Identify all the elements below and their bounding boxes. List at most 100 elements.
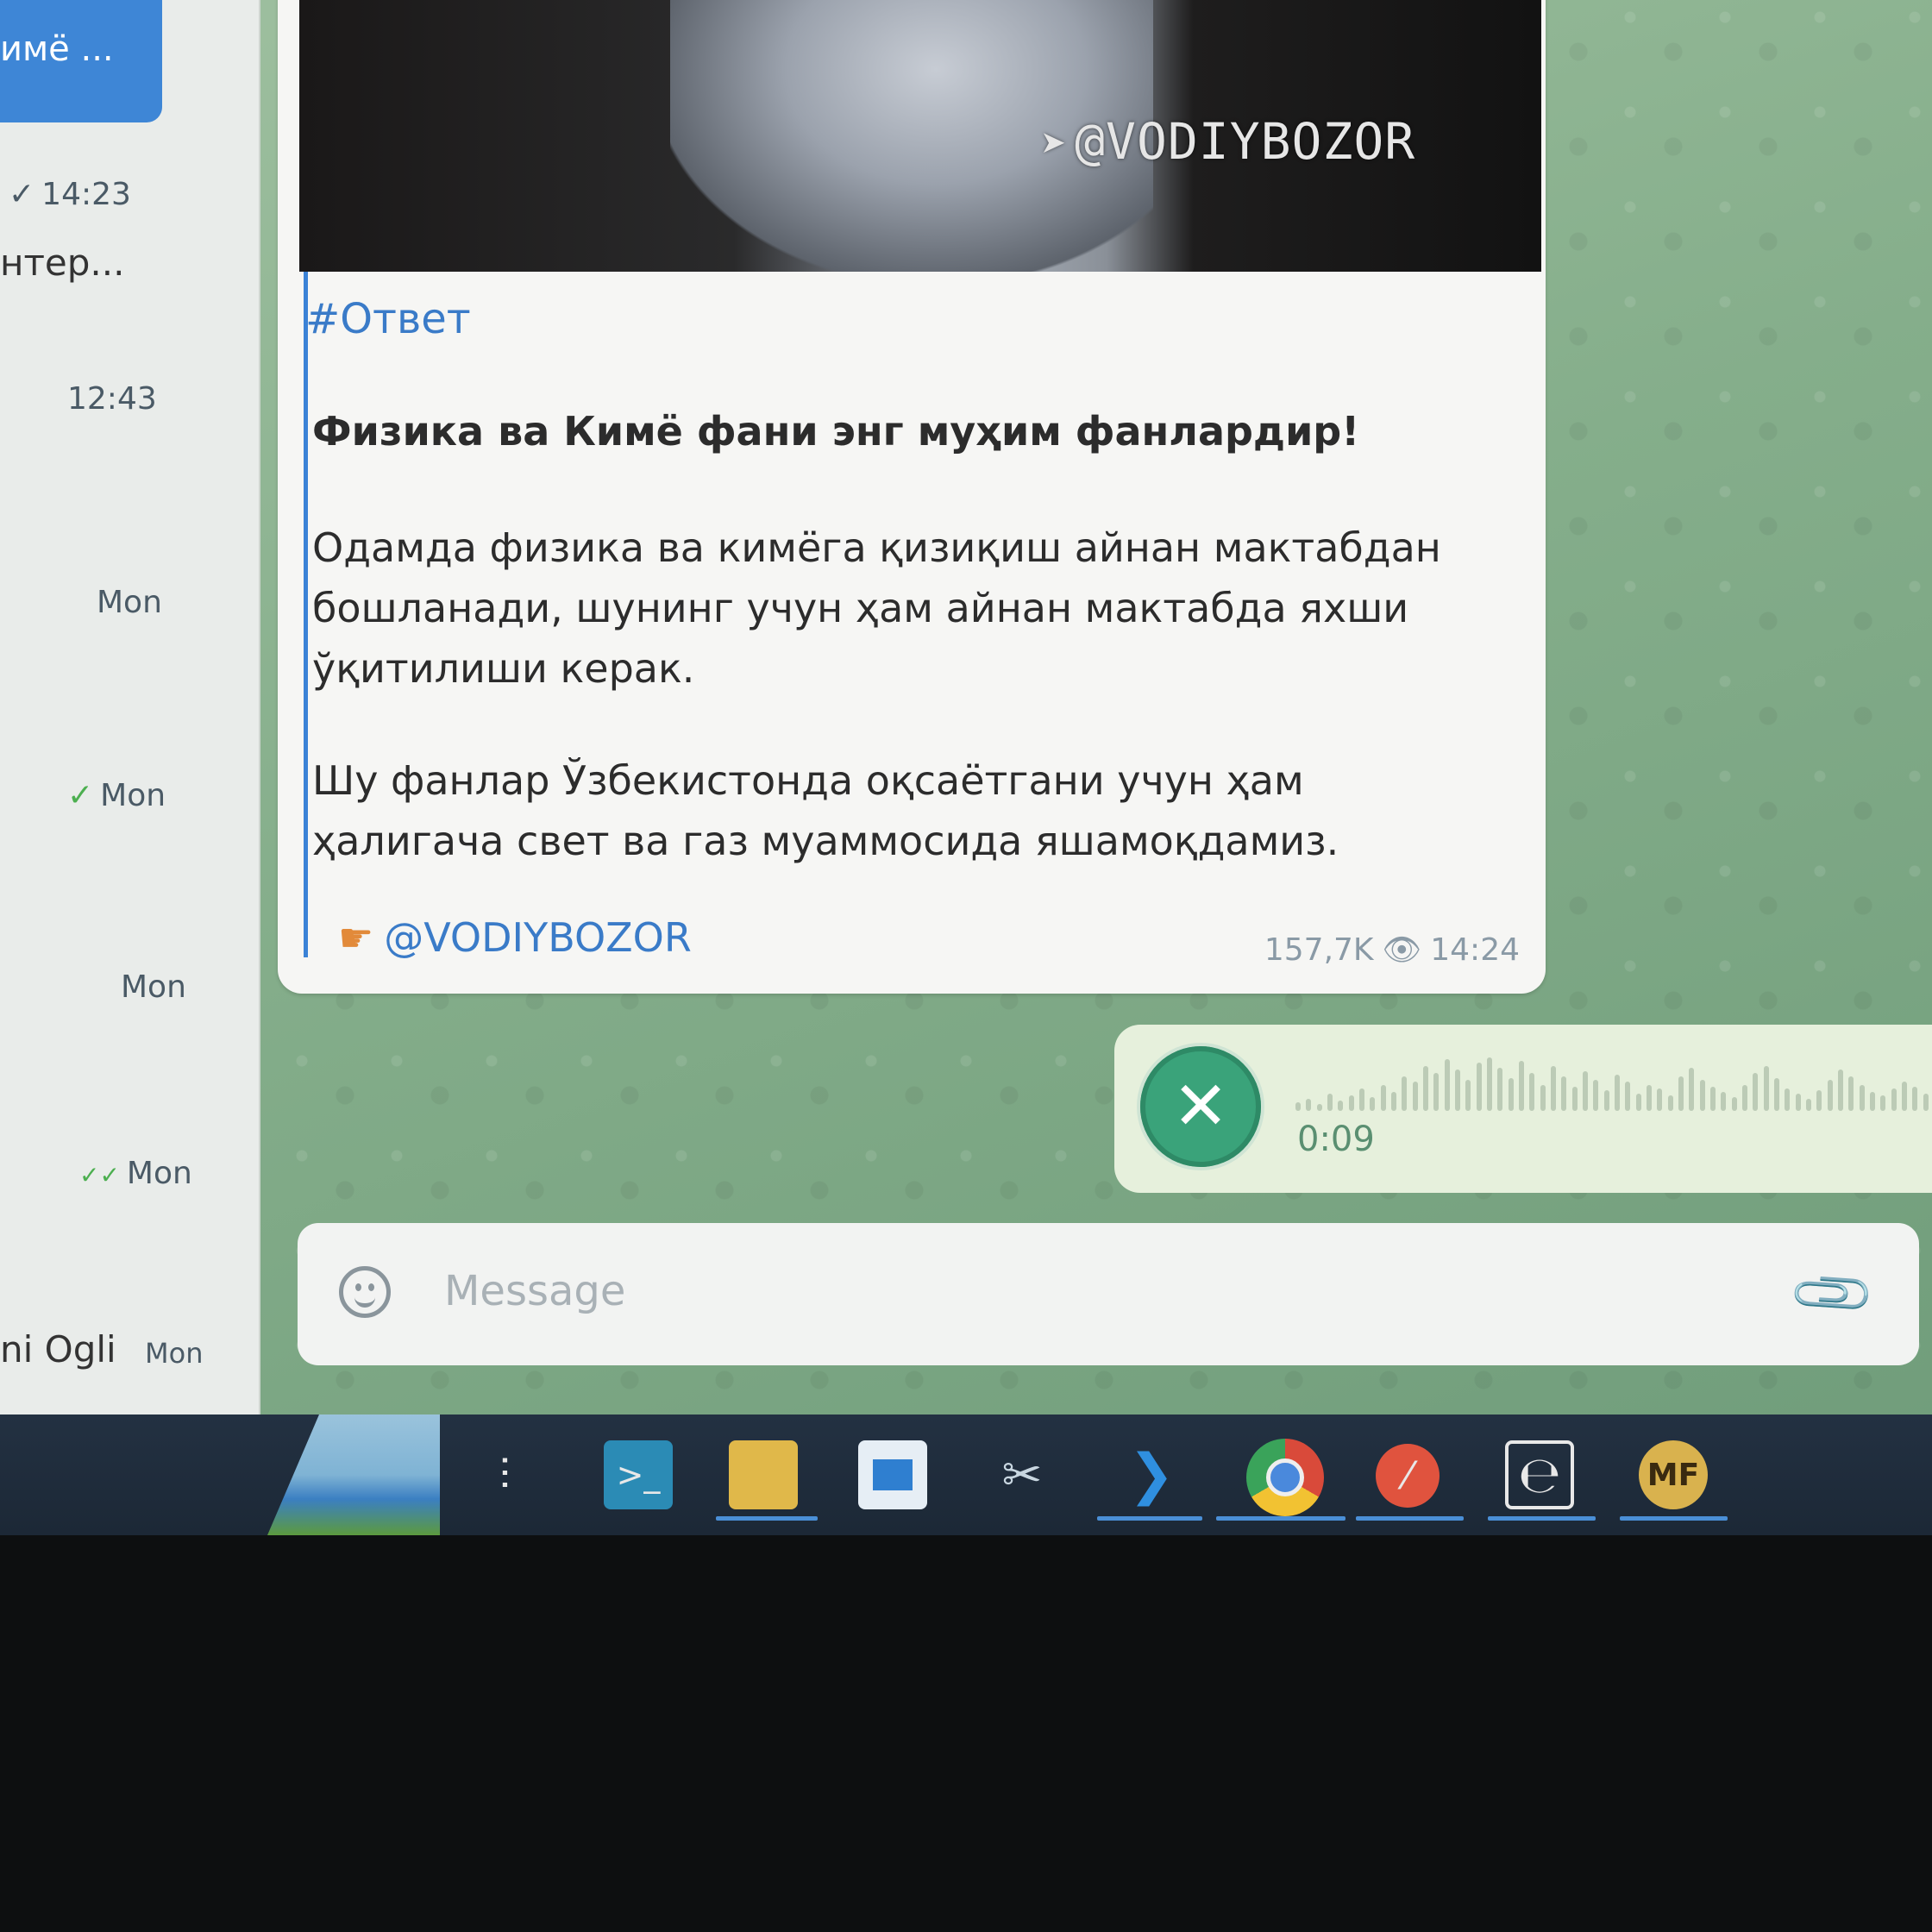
waveform-bar — [1848, 1076, 1854, 1111]
waveform-bar — [1753, 1073, 1759, 1111]
chat-item-time: Mon — [145, 1337, 204, 1370]
active-indicator — [716, 1516, 818, 1521]
waveform-bar — [1774, 1078, 1779, 1111]
waveform-bar — [1487, 1057, 1492, 1111]
wallpaper-thumbnail — [267, 1414, 440, 1535]
paint-icon[interactable]: ✂ — [988, 1440, 1057, 1509]
view-count: 157,7K — [1264, 932, 1374, 968]
chat-item-time: Mon — [121, 969, 186, 1005]
waveform-bar — [1870, 1092, 1875, 1111]
waveform-bar — [1923, 1094, 1929, 1111]
emoji-icon[interactable] — [339, 1266, 391, 1318]
chat-snippet[interactable]: ni Ogli — [0, 1328, 116, 1371]
post-headline: Физика ва Кимё фани энг муҳим фанлардир! — [312, 408, 1360, 455]
mf-app-icon[interactable]: MF — [1639, 1440, 1708, 1509]
waveform-bar — [1455, 1070, 1460, 1111]
screen: имё ... ✓ 14:23 нтер... 12:43 Mon ✓ Mon Mo… — [0, 0, 1932, 1535]
waveform-bar — [1731, 1097, 1737, 1111]
waveform-bar — [1859, 1085, 1865, 1111]
chat-item-time: ✓ Mon — [67, 778, 166, 813]
waveform-bar — [1667, 1095, 1673, 1111]
waveform-bar — [1497, 1068, 1503, 1111]
waveform-bar — [1912, 1087, 1918, 1111]
waveform-bar — [1465, 1080, 1471, 1111]
waveform-bar — [1359, 1088, 1364, 1111]
cancel-upload-button[interactable]: ✕ — [1140, 1046, 1261, 1167]
paperclip-icon[interactable]: 📎 — [1785, 1247, 1880, 1342]
chrome-icon[interactable] — [1246, 1439, 1324, 1516]
waveform-bar — [1508, 1078, 1514, 1111]
active-indicator — [1216, 1516, 1346, 1521]
file-explorer-icon[interactable] — [729, 1440, 798, 1509]
waveform-bar — [1902, 1082, 1907, 1111]
chat-snippet: имё ... — [0, 29, 114, 69]
voice-waveform[interactable] — [1295, 1051, 1932, 1111]
terminal-icon[interactable]: >_ — [604, 1440, 673, 1509]
post-paragraph: Одамда физика ва кимёга қизиқиш айнан ма… — [312, 524, 1441, 692]
waveform-bar — [1348, 1095, 1354, 1111]
voice-duration: 0:09 — [1297, 1120, 1375, 1159]
red-app-icon[interactable]: ⁄ — [1376, 1444, 1440, 1508]
waveform-bar — [1785, 1088, 1791, 1111]
post-time: 14:24 — [1430, 932, 1520, 968]
post-paragraph: Шу фанлар Ўзбекистонда оқсаётгани учун ҳ… — [312, 757, 1339, 864]
waveform-bar — [1295, 1102, 1301, 1111]
waveform-bar — [1827, 1080, 1833, 1111]
waveform-bar — [1316, 1104, 1322, 1111]
waveform-bar — [1721, 1092, 1727, 1111]
waveform-bar — [1710, 1087, 1716, 1111]
waveform-bar — [1615, 1075, 1620, 1111]
chat-snippet[interactable]: нтер... — [0, 242, 124, 284]
waveform-bar — [1412, 1082, 1418, 1111]
taskbar: ⫶ >_ ✂ ❯ ⁄ ℮ MF — [0, 1414, 1932, 1535]
waveform-bar — [1444, 1059, 1450, 1111]
message-composer: 📎 — [298, 1223, 1919, 1365]
waveform-bar — [1402, 1076, 1408, 1111]
waveform-bar — [1476, 1063, 1482, 1111]
waveform-bar — [1370, 1097, 1376, 1111]
waveform-bar — [1327, 1094, 1333, 1111]
waveform-bar — [1593, 1080, 1599, 1111]
waveform-bar — [1816, 1090, 1822, 1111]
waveform-bar — [1561, 1076, 1567, 1111]
waveform-bar — [1338, 1101, 1344, 1111]
post-meta: 157,7K 👁 14:24 — [1264, 932, 1520, 968]
waveform-bar — [1529, 1073, 1535, 1111]
store-icon[interactable] — [858, 1440, 927, 1509]
waveform-bar — [1742, 1085, 1747, 1111]
waveform-bar — [1699, 1080, 1705, 1111]
active-indicator — [1356, 1516, 1464, 1521]
chat-item-time: 12:43 — [67, 381, 157, 417]
task-view-icon[interactable]: ⫶ — [470, 1440, 539, 1509]
waveform-bar — [1806, 1099, 1811, 1111]
ce-app-icon[interactable]: ℮ — [1505, 1440, 1574, 1509]
hashtag-link[interactable]: #Ответ — [305, 289, 471, 349]
chat-item-time: ✓✓ Mon — [79, 1156, 192, 1191]
telegram-icon: ➤ — [1041, 119, 1069, 169]
active-indicator — [1488, 1516, 1596, 1521]
waveform-bar — [1391, 1092, 1396, 1111]
chat-item-time: ✓ 14:23 — [9, 177, 131, 212]
waveform-bar — [1540, 1085, 1546, 1111]
post-photo[interactable]: ➤ @VODIYBOZOR — [299, 0, 1541, 272]
close-icon: ✕ — [1172, 1068, 1229, 1145]
sent-check-icon: ✓ — [9, 177, 35, 212]
sent-check-icon: ✓ — [67, 778, 94, 813]
waveform-bar — [1647, 1085, 1652, 1111]
waveform-bar — [1625, 1082, 1631, 1111]
channel-signature[interactable]: ☛ @VODIYBOZOR — [338, 914, 692, 961]
waveform-bar — [1519, 1061, 1524, 1111]
chat-item-active[interactable]: имё ... — [0, 0, 162, 122]
eye-icon: 👁 — [1382, 932, 1422, 968]
waveform-bar — [1551, 1066, 1556, 1111]
waveform-bar — [1380, 1085, 1386, 1111]
waveform-bar — [1306, 1099, 1312, 1111]
waveform-bar — [1433, 1073, 1440, 1111]
vscode-icon[interactable]: ❯ — [1117, 1440, 1186, 1509]
photo-watermark: ➤ @VODIYBOZOR — [1041, 112, 1416, 171]
waveform-bar — [1603, 1090, 1609, 1111]
channel-link[interactable]: @VODIYBOZOR — [384, 914, 692, 961]
waveform-bar — [1657, 1088, 1663, 1111]
waveform-bar — [1571, 1087, 1578, 1111]
message-input[interactable] — [442, 1256, 1740, 1327]
